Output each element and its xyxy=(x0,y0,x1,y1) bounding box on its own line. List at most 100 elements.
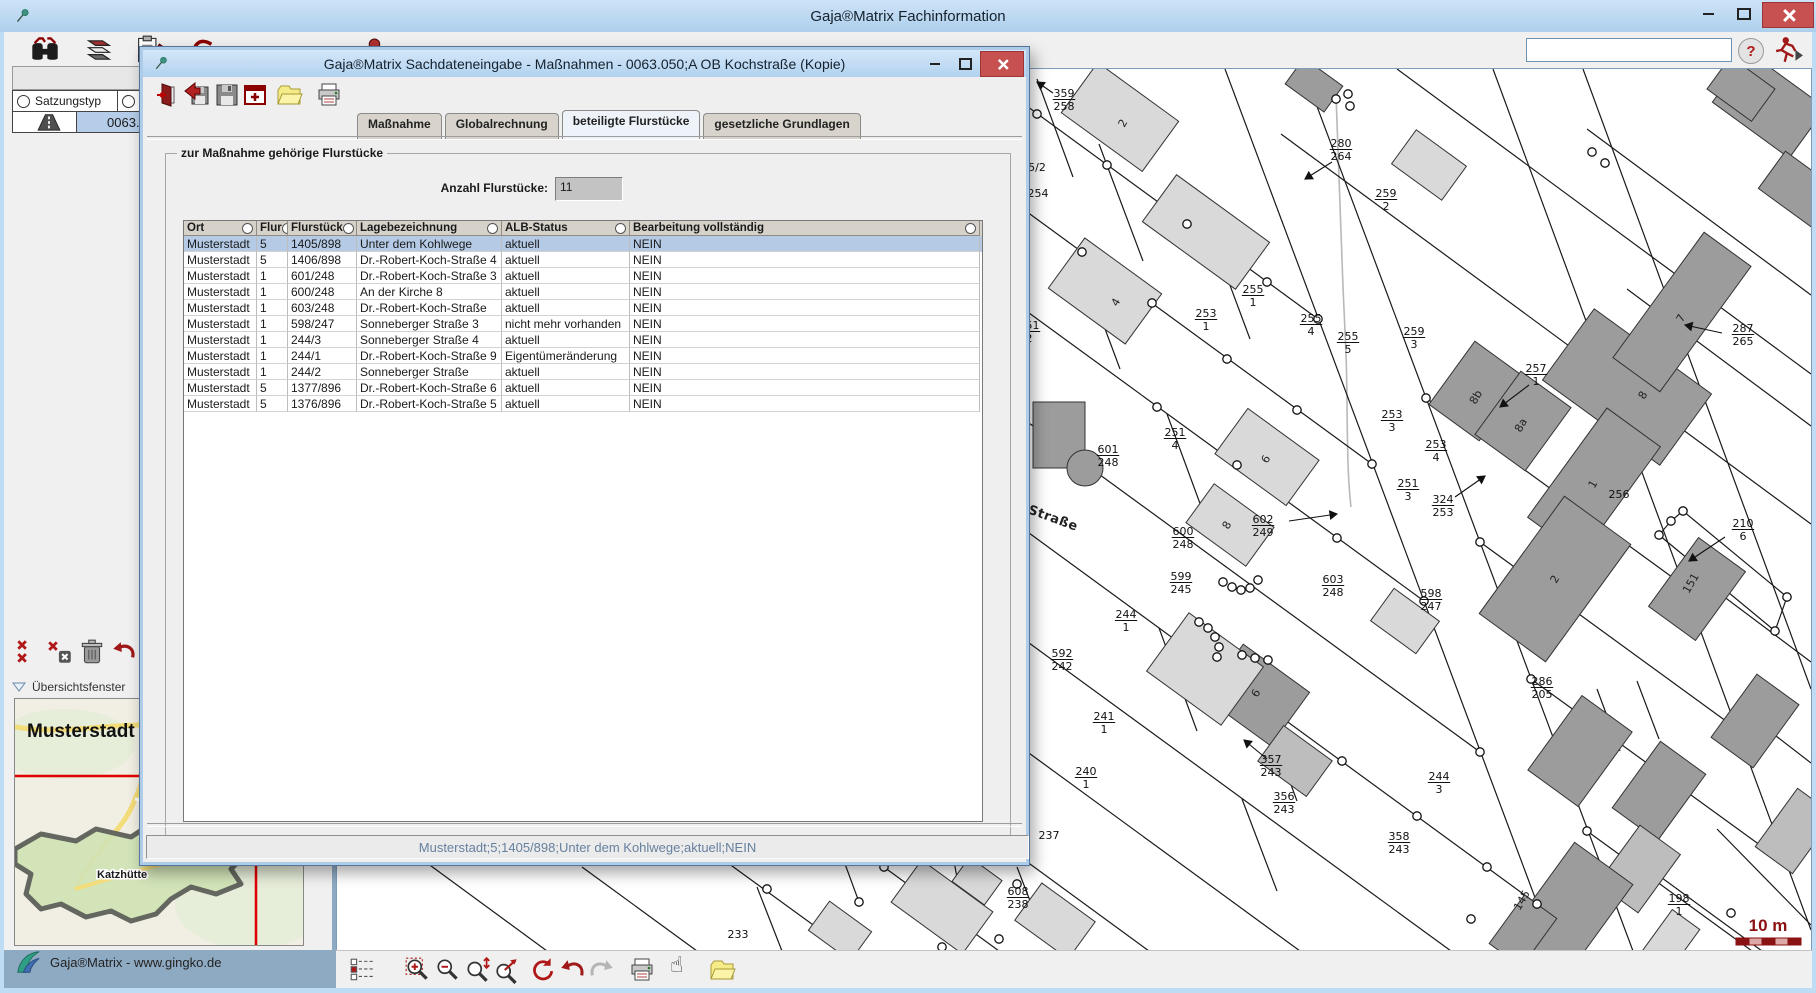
dialog-close-button[interactable] xyxy=(980,51,1024,77)
radio-icon[interactable] xyxy=(17,95,30,108)
chevron-down-icon xyxy=(12,682,26,692)
table-cell: nicht mehr vorhanden xyxy=(502,316,630,332)
map-label: 248 xyxy=(1173,538,1194,551)
column-header[interactable]: Bearbeitung vollständig xyxy=(630,221,980,236)
save-icon[interactable] xyxy=(213,81,241,109)
count-field[interactable]: 11 xyxy=(555,177,623,201)
map-label: 359 xyxy=(1054,87,1075,100)
search-input[interactable] xyxy=(1526,38,1732,62)
undo-icon[interactable] xyxy=(110,638,138,666)
tab-beteiligte-flurstücke[interactable]: beteiligte Flurstücke xyxy=(562,110,701,139)
table-row[interactable]: Musterstadt1603/248Dr.-Robert-Koch-Straß… xyxy=(184,300,982,316)
redo-gray-icon[interactable] xyxy=(588,956,616,984)
map-label: 2 xyxy=(1383,200,1390,213)
table-cell: 1 xyxy=(257,316,288,332)
table-row[interactable]: Musterstadt1600/248An der Kirche 8aktuel… xyxy=(184,284,982,300)
table-row[interactable]: Musterstadt1244/2Sonneberger Straßeaktue… xyxy=(184,364,982,380)
column-header[interactable]: ALB-Status xyxy=(502,221,630,236)
column-header[interactable]: Flur xyxy=(257,221,288,236)
dialog-maximize-button[interactable] xyxy=(950,54,980,74)
table-row[interactable]: Musterstadt1244/3Sonneberger Straße 4akt… xyxy=(184,332,982,348)
zoom-vertical-icon[interactable] xyxy=(464,956,492,984)
map-label: 251 xyxy=(1165,426,1186,439)
flurstuecke-table[interactable]: OrtFlurFlurstück Lagebezeichnung ALB-Statu… xyxy=(183,220,983,822)
filter-circle-icon[interactable] xyxy=(242,223,253,234)
refresh-icon[interactable] xyxy=(528,956,556,984)
table-cell: 244/2 xyxy=(288,364,357,380)
map-label: 247 xyxy=(1421,600,1442,613)
folder-icon[interactable] xyxy=(275,81,303,109)
legend-icon[interactable] xyxy=(348,956,376,984)
table-row[interactable]: Musterstadt51406/898Dr.-Robert-Koch-Stra… xyxy=(184,252,982,268)
radio-satzungstyp[interactable]: Satzungstyp xyxy=(12,90,122,112)
table-cell: Musterstadt xyxy=(184,284,257,300)
column-header[interactable]: Lagebezeichnung xyxy=(357,221,502,236)
save-close-icon[interactable] xyxy=(183,81,211,109)
undo-red-icon[interactable] xyxy=(558,956,586,984)
map-label: 5 xyxy=(1345,343,1352,356)
map-label: 233 xyxy=(728,928,749,941)
print-icon[interactable] xyxy=(628,956,656,984)
table-row[interactable]: Musterstadt1244/1Dr.-Robert-Koch-Straße … xyxy=(184,348,982,364)
layers-icon[interactable] xyxy=(84,35,114,65)
search-binoculars-icon[interactable] xyxy=(30,35,60,65)
folder-icon[interactable] xyxy=(708,956,736,984)
zoom-select-icon[interactable] xyxy=(494,956,522,984)
maximize-button[interactable] xyxy=(1726,2,1762,26)
map-label: 3 xyxy=(1411,338,1418,351)
column-header[interactable]: Ort xyxy=(184,221,257,236)
column-label: Flurstück xyxy=(291,222,343,234)
map-label: 1 xyxy=(1250,296,1257,309)
table-cell: NEIN xyxy=(630,300,980,316)
hand-icon[interactable]: ☝ xyxy=(670,953,698,981)
table-cell: NEIN xyxy=(630,236,980,252)
map-label: 1 xyxy=(1101,723,1108,736)
app-status-text: Gaja®Matrix - www.gingko.de xyxy=(50,955,221,970)
column-header[interactable]: Flurstück xyxy=(288,221,357,236)
minimize-button[interactable] xyxy=(1690,2,1726,26)
table-cell: 5 xyxy=(257,380,288,396)
filter-circle-icon[interactable] xyxy=(615,223,626,234)
table-row[interactable]: Musterstadt51376/896Dr.-Robert-Koch-Stra… xyxy=(184,396,982,412)
zoom-in-icon[interactable] xyxy=(404,956,432,984)
filter-circle-icon[interactable] xyxy=(487,223,498,234)
map-label: 265 xyxy=(1733,335,1754,348)
table-row[interactable]: Musterstadt1598/247Sonneberger Straße 3n… xyxy=(184,316,982,332)
table-cell: NEIN xyxy=(630,268,980,284)
map-label: 253 xyxy=(1426,438,1447,451)
new-record-icon[interactable] xyxy=(241,81,269,109)
table-cell: Dr.-Robert-Koch-Straße 3 xyxy=(357,268,502,284)
dialog-statusbar: Musterstadt;5;1405/898;Unter dem Kohlweg… xyxy=(146,835,1029,859)
table-row[interactable]: Musterstadt51377/896Dr.-Robert-Koch-Stra… xyxy=(184,380,982,396)
dialog-minimize-button[interactable] xyxy=(920,54,950,74)
overview-panel-header[interactable]: Übersichtsfenster xyxy=(12,680,125,694)
table-row[interactable]: Musterstadt51405/898Unter dem Kohlwegeak… xyxy=(184,236,982,252)
remove-entry-icon[interactable] xyxy=(46,638,74,666)
map-label: 243 xyxy=(1274,803,1295,816)
running-man-exit-icon[interactable] xyxy=(1774,35,1804,65)
delete-all-icon[interactable] xyxy=(14,638,42,666)
map-label: 3 xyxy=(1405,490,1412,503)
filter-circle-icon[interactable] xyxy=(965,223,976,234)
dialog-titlebar[interactable]: Gaja®Matrix Sachdateneingabe - Maßnahmen… xyxy=(143,50,1026,77)
column-label: Lagebezeichnung xyxy=(360,222,457,234)
table-cell: Musterstadt xyxy=(184,300,257,316)
map-label: 259 xyxy=(1376,187,1397,200)
radio-icon[interactable] xyxy=(122,95,135,108)
close-button[interactable] xyxy=(1762,2,1814,28)
table-cell: 1 xyxy=(257,268,288,284)
table-cell: 603/248 xyxy=(288,300,357,316)
help-icon[interactable]: ? xyxy=(1738,38,1764,64)
map-label: 243 xyxy=(1389,843,1410,856)
exit-door-icon[interactable] xyxy=(151,81,179,109)
map-label: 244 xyxy=(1116,608,1137,621)
zoom-out-icon[interactable] xyxy=(434,956,462,984)
print-icon[interactable] xyxy=(315,81,343,109)
gaja-matrix-window: { "colors":{"titlebar":"#b9d7f1","close_… xyxy=(0,0,1816,993)
table-cell: Musterstadt xyxy=(184,348,257,364)
table-row[interactable]: Musterstadt1601/248Dr.-Robert-Koch-Straß… xyxy=(184,268,982,284)
record-type-cell[interactable] xyxy=(12,111,81,133)
trash-icon[interactable] xyxy=(78,638,106,666)
map-label: 248 xyxy=(1323,586,1344,599)
filter-circle-icon[interactable] xyxy=(343,223,354,234)
